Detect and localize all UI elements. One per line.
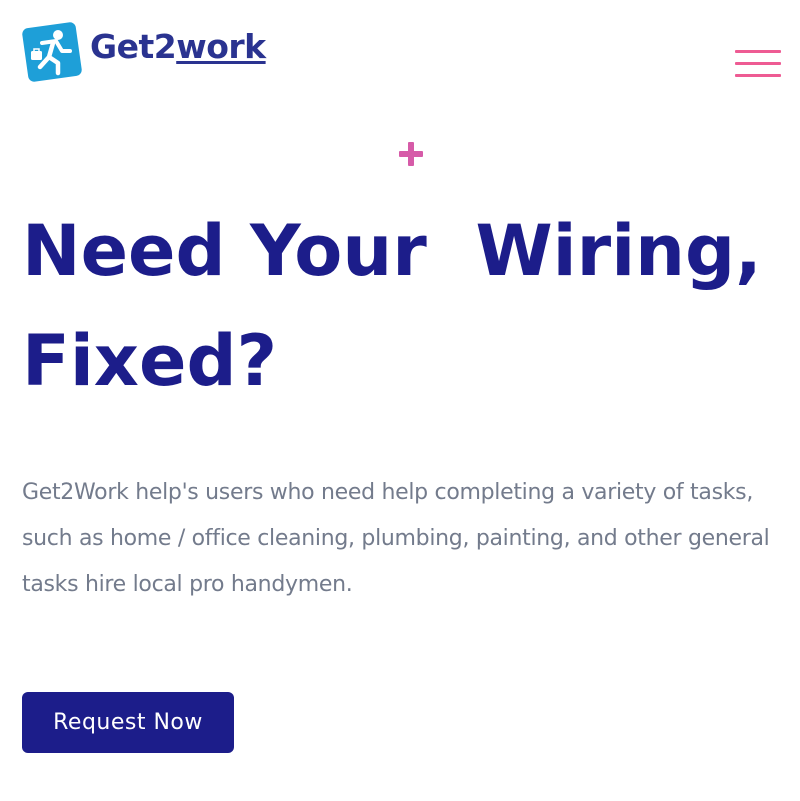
hero-description: Get2Work help's users who need help comp… <box>22 480 770 597</box>
menu-bar-bottom <box>735 74 781 77</box>
page: Get2work Need Your Wiring, Fixed? Get2Wo… <box>0 0 800 801</box>
request-now-button[interactable]: Request Now <box>22 692 234 753</box>
menu-bar-top <box>735 50 781 53</box>
hero-headline: Need Your Wiring, Fixed? <box>22 210 787 402</box>
plus-icon <box>398 141 424 167</box>
menu-bar-middle <box>735 62 781 65</box>
brand-name-suffix: work <box>176 26 266 66</box>
brand-name-prefix: Get2 <box>90 26 177 66</box>
brand-name: Get2work <box>90 27 266 66</box>
hamburger-menu-button[interactable] <box>733 47 783 83</box>
running-worker-icon <box>22 22 82 82</box>
brand-logo[interactable]: Get2work <box>22 21 266 83</box>
